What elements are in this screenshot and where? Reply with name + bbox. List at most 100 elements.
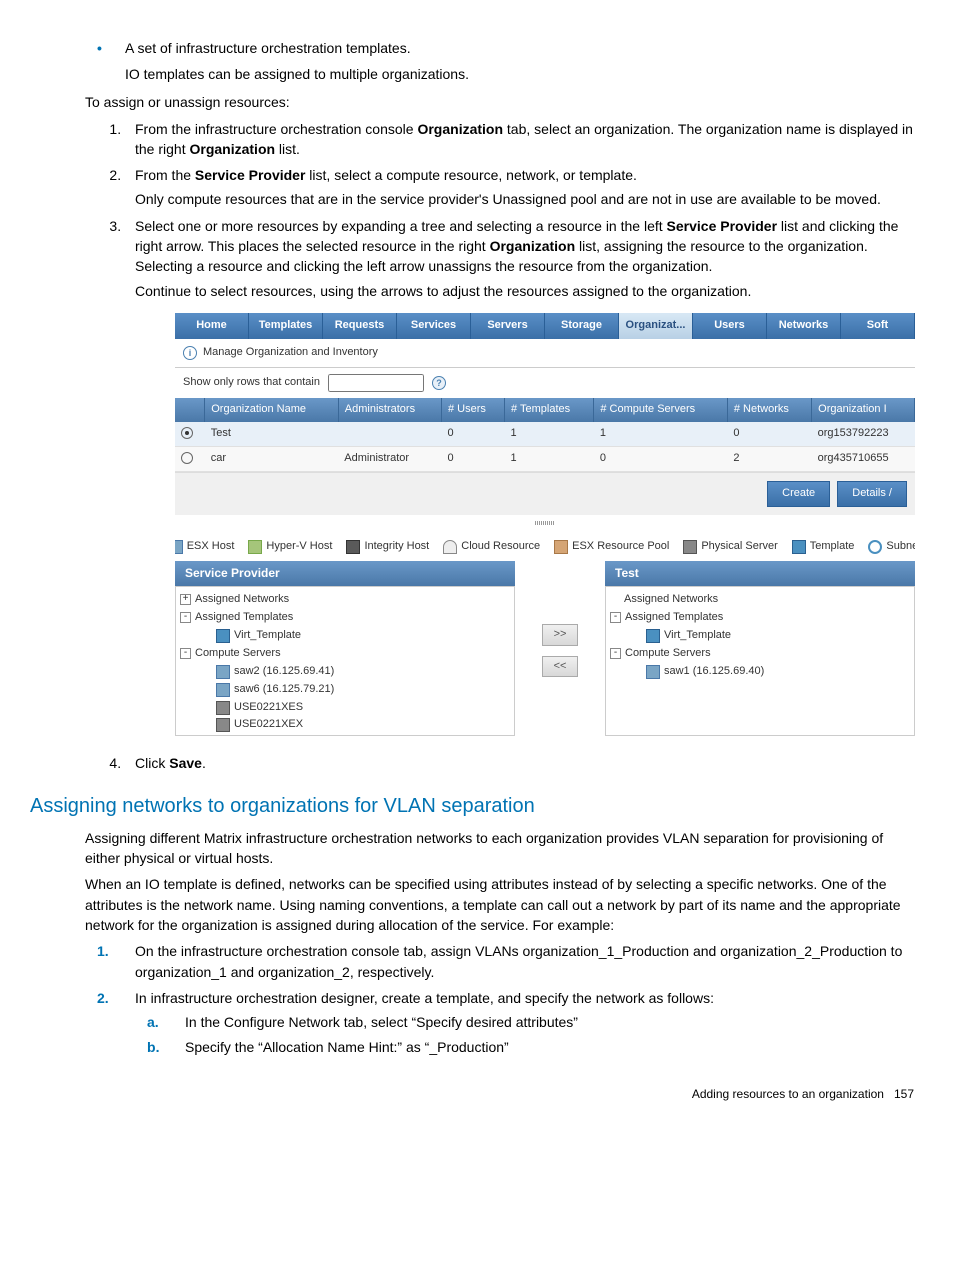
- legend-label: Hyper-V Host: [266, 539, 332, 555]
- sub-header-text: Manage Organization and Inventory: [203, 345, 378, 361]
- legend-label: Subnet: [886, 539, 915, 555]
- sub-a: In the Configure Network tab, select “Sp…: [175, 1012, 914, 1032]
- col-header[interactable]: [175, 398, 205, 422]
- para-2: When an IO template is defined, networks…: [85, 874, 914, 935]
- tree-item[interactable]: -Assigned Templates: [180, 609, 510, 627]
- ico-tmpl: [646, 629, 660, 643]
- tree-item[interactable]: saw6 (16.125.79.21): [180, 681, 510, 699]
- step-4: Click Save.: [125, 753, 914, 773]
- bold-service-provider: Service Provider: [195, 167, 306, 183]
- text: .: [202, 755, 206, 771]
- section-heading: Assigning networks to organizations for …: [30, 795, 914, 818]
- tree-label: Assigned Networks: [624, 592, 718, 608]
- bold-organization: Organization: [417, 121, 503, 137]
- step-2: From the Service Provider list, select a…: [125, 165, 914, 210]
- text: list.: [275, 141, 300, 157]
- tree-label: Assigned Templates: [625, 610, 723, 626]
- tree-item[interactable]: Virt_Template: [180, 627, 510, 645]
- tab-storage[interactable]: Storage: [545, 313, 619, 339]
- legend-item: ESX Host: [175, 539, 234, 555]
- tree-item[interactable]: Virt_Template: [610, 627, 910, 645]
- text: Click: [135, 755, 169, 771]
- col-header[interactable]: Organization Name: [205, 398, 339, 422]
- table-row[interactable]: Test0110org153792223: [175, 422, 915, 446]
- drag-grip-icon[interactable]: [535, 521, 555, 525]
- tab-home[interactable]: Home: [175, 313, 249, 339]
- left-pane-title: Service Provider: [175, 561, 515, 586]
- text: In infrastructure orchestration designer…: [135, 990, 714, 1006]
- footer-text: Adding resources to an organization: [692, 1087, 884, 1101]
- example-list: On the infrastructure orchestration cons…: [85, 941, 914, 1056]
- col-header[interactable]: # Templates: [505, 398, 594, 422]
- ico-phys: [683, 540, 697, 554]
- ico-esx: [216, 683, 230, 697]
- page-footer: Adding resources to an organization 157: [30, 1087, 914, 1101]
- tree-item[interactable]: -Compute Servers: [180, 645, 510, 663]
- tree-label: Virt_Template: [234, 628, 301, 644]
- right-pane: Test Assigned Networks-Assigned Template…: [605, 561, 915, 741]
- tree-item[interactable]: USE0221XES: [180, 699, 510, 717]
- legend-label: Integrity Host: [364, 539, 429, 555]
- details-button[interactable]: Details /: [837, 481, 907, 507]
- right-tree[interactable]: Assigned Networks-Assigned TemplatesVirt…: [605, 586, 915, 736]
- expander-icon[interactable]: -: [610, 612, 621, 623]
- tree-item[interactable]: -Compute Servers: [610, 645, 910, 663]
- console-screenshot: HomeTemplatesRequestsServicesServersStor…: [175, 313, 915, 741]
- expander-icon[interactable]: -: [610, 648, 621, 659]
- step-3: Select one or more resources by expandin…: [125, 216, 914, 741]
- filter-row: Show only rows that contain ?: [175, 368, 915, 398]
- cell: Test: [205, 422, 339, 446]
- tab-requests[interactable]: Requests: [323, 313, 397, 339]
- tree-item[interactable]: -Assigned Templates: [610, 609, 910, 627]
- table-header-row: Organization NameAdministrators# Users# …: [175, 398, 915, 422]
- example-1: On the infrastructure orchestration cons…: [125, 941, 914, 982]
- cell: 0: [441, 422, 504, 446]
- expander-icon[interactable]: -: [180, 612, 191, 623]
- tab-networks[interactable]: Networks: [767, 313, 841, 339]
- col-header[interactable]: Administrators: [338, 398, 441, 422]
- col-header[interactable]: # Compute Servers: [594, 398, 728, 422]
- radio-icon[interactable]: [181, 452, 193, 464]
- tab-users[interactable]: Users: [693, 313, 767, 339]
- tree-item[interactable]: USE0221XEX: [180, 716, 510, 734]
- help-icon[interactable]: ?: [432, 376, 446, 390]
- bold-save: Save: [169, 755, 202, 771]
- move-left-button[interactable]: <<: [542, 656, 578, 678]
- expander-icon[interactable]: +: [180, 594, 191, 605]
- radio-icon[interactable]: [181, 427, 193, 439]
- expander-icon[interactable]: -: [180, 648, 191, 659]
- legend-item: Integrity Host: [346, 539, 429, 555]
- legend-item: Hyper-V Host: [248, 539, 332, 555]
- filter-input[interactable]: [328, 374, 424, 392]
- step-2-para: Only compute resources that are in the s…: [135, 189, 914, 209]
- ico-cloud: [443, 540, 457, 554]
- left-tree[interactable]: +Assigned Networks-Assigned TemplatesVir…: [175, 586, 515, 736]
- create-button[interactable]: Create: [767, 481, 830, 507]
- tab-templates[interactable]: Templates: [249, 313, 323, 339]
- tree-item[interactable]: saw2 (16.125.69.41): [180, 663, 510, 681]
- cell: [175, 422, 205, 446]
- filter-label: Show only rows that contain: [183, 375, 320, 391]
- button-row: Create Details /: [175, 472, 915, 515]
- tab-soft[interactable]: Soft: [841, 313, 915, 339]
- move-right-button[interactable]: >>: [542, 624, 578, 646]
- col-header[interactable]: # Networks: [727, 398, 811, 422]
- tab-servers[interactable]: Servers: [471, 313, 545, 339]
- table-row[interactable]: carAdministrator0102org435710655: [175, 446, 915, 471]
- col-header[interactable]: # Users: [441, 398, 504, 422]
- cell: car: [205, 446, 339, 471]
- tree-item[interactable]: saw1 (16.125.69.40): [610, 663, 910, 681]
- cell: Administrator: [338, 446, 441, 471]
- text: From the infrastructure orchestration co…: [135, 121, 417, 137]
- sub-header: i Manage Organization and Inventory: [175, 339, 915, 368]
- tab-services[interactable]: Services: [397, 313, 471, 339]
- tree-item[interactable]: Assigned Networks: [610, 591, 910, 609]
- legend-item: Template: [792, 539, 855, 555]
- footer-page-number: 157: [894, 1087, 914, 1101]
- example-2: In infrastructure orchestration designer…: [125, 988, 914, 1057]
- tab-organizat[interactable]: Organizat...: [619, 313, 693, 339]
- col-header[interactable]: Organization I: [812, 398, 915, 422]
- ico-esx: [646, 665, 660, 679]
- ico-phys: [216, 701, 230, 715]
- tree-item[interactable]: +Assigned Networks: [180, 591, 510, 609]
